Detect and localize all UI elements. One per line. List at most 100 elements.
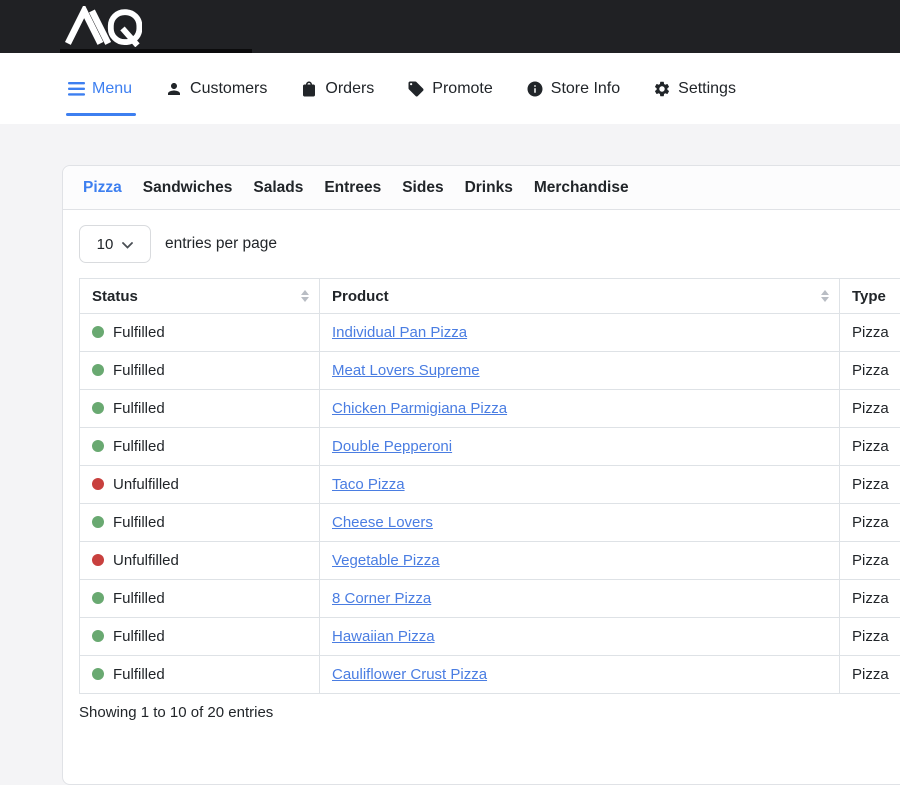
status-cell: Fulfilled — [80, 352, 320, 390]
status-dot-icon — [92, 516, 104, 528]
nav-item-promote[interactable]: Promote — [407, 53, 492, 124]
product-link[interactable]: Meat Lovers Supreme — [332, 362, 480, 379]
product-cell: Hawaiian Pizza — [320, 618, 840, 656]
nav-item-customers[interactable]: Customers — [165, 53, 267, 124]
sort-icon[interactable] — [821, 290, 829, 302]
product-cell: Cheese Lovers — [320, 504, 840, 542]
table-row: Fulfilled Hawaiian Pizza Pizza — [80, 618, 900, 656]
product-link[interactable]: Cheese Lovers — [332, 514, 433, 531]
sort-icon[interactable] — [301, 290, 309, 302]
product-link[interactable]: Vegetable Pizza — [332, 552, 440, 569]
tag-icon — [407, 80, 425, 98]
table-row: Fulfilled Cheese Lovers Pizza — [80, 504, 900, 542]
entries-summary: Showing 1 to 10 of 20 entries — [79, 704, 900, 721]
product-link[interactable]: Chicken Parmigiana Pizza — [332, 400, 507, 417]
product-cell: Taco Pizza — [320, 466, 840, 504]
tab-salads[interactable]: Salads — [253, 179, 303, 197]
status-dot-icon — [92, 592, 104, 604]
product-link[interactable]: Cauliflower Crust Pizza — [332, 666, 487, 683]
product-cell: Cauliflower Crust Pizza — [320, 656, 840, 694]
nav-label: Menu — [92, 80, 132, 98]
status-label: Fulfilled — [113, 514, 165, 531]
nav-item-menu[interactable]: Menu — [68, 53, 132, 124]
product-cell: Individual Pan Pizza — [320, 314, 840, 352]
status-dot-icon — [92, 668, 104, 680]
status-label: Fulfilled — [113, 628, 165, 645]
type-cell: Pizza — [840, 504, 900, 542]
shopping-bag-icon — [300, 80, 318, 98]
nav-item-settings[interactable]: Settings — [653, 53, 736, 124]
tab-pizza[interactable]: Pizza — [83, 179, 122, 197]
table-row: Fulfilled Double Pepperoni Pizza — [80, 428, 900, 466]
product-link[interactable]: Taco Pizza — [332, 476, 405, 493]
status-dot-icon — [92, 440, 104, 452]
nav-label: Customers — [190, 80, 267, 98]
nav-label: Promote — [432, 80, 492, 98]
tab-merchandise[interactable]: Merchandise — [534, 179, 629, 197]
product-link[interactable]: Double Pepperoni — [332, 438, 452, 455]
status-label: Fulfilled — [113, 400, 165, 417]
table-header-row: Status Product Type — [80, 279, 900, 314]
status-dot-icon — [92, 402, 104, 414]
table-row: Fulfilled Individual Pan Pizza Pizza — [80, 314, 900, 352]
status-label: Unfulfilled — [113, 476, 179, 493]
product-cell: Double Pepperoni — [320, 428, 840, 466]
table-body: Fulfilled Individual Pan Pizza Pizza Ful… — [80, 314, 900, 694]
table-row: Fulfilled 8 Corner Pizza Pizza — [80, 580, 900, 618]
nav-label: Store Info — [551, 80, 620, 98]
status-cell: Fulfilled — [80, 504, 320, 542]
status-dot-icon — [92, 364, 104, 376]
status-cell: Fulfilled — [80, 390, 320, 428]
status-dot-icon — [92, 554, 104, 566]
type-cell: Pizza — [840, 352, 900, 390]
table-row: Unfulfilled Taco Pizza Pizza — [80, 466, 900, 504]
table-row: Unfulfilled Vegetable Pizza Pizza — [80, 542, 900, 580]
table-row: Fulfilled Meat Lovers Supreme Pizza — [80, 352, 900, 390]
type-cell: Pizza — [840, 542, 900, 580]
nav-item-orders[interactable]: Orders — [300, 53, 374, 124]
column-header-product[interactable]: Product — [320, 279, 840, 314]
tab-entrees[interactable]: Entrees — [324, 179, 381, 197]
status-dot-icon — [92, 326, 104, 338]
tab-sides[interactable]: Sides — [402, 179, 443, 197]
nav-item-store-info[interactable]: Store Info — [526, 53, 620, 124]
status-cell: Fulfilled — [80, 618, 320, 656]
aiq-logo-icon — [64, 6, 142, 52]
nav-label: Orders — [325, 80, 374, 98]
page-size-value: 10 — [97, 236, 114, 253]
table-controls: 10 entries per page — [63, 210, 900, 278]
entries-per-page-label: entries per page — [165, 235, 277, 253]
product-link[interactable]: Individual Pan Pizza — [332, 324, 467, 341]
nav-label: Settings — [678, 80, 736, 98]
status-label: Fulfilled — [113, 666, 165, 683]
info-icon — [526, 80, 544, 98]
products-table: Status Product Type Fulfilled Individual… — [79, 278, 900, 694]
status-cell: Fulfilled — [80, 656, 320, 694]
status-label: Unfulfilled — [113, 552, 179, 569]
product-link[interactable]: Hawaiian Pizza — [332, 628, 435, 645]
column-header-status[interactable]: Status — [80, 279, 320, 314]
product-link[interactable]: 8 Corner Pizza — [332, 590, 431, 607]
status-dot-icon — [92, 478, 104, 490]
product-cell: 8 Corner Pizza — [320, 580, 840, 618]
hamburger-icon — [68, 82, 85, 96]
product-cell: Vegetable Pizza — [320, 542, 840, 580]
tab-sandwiches[interactable]: Sandwiches — [143, 179, 233, 197]
status-label: Fulfilled — [113, 590, 165, 607]
top-bar — [0, 0, 900, 53]
type-cell: Pizza — [840, 580, 900, 618]
product-cell: Meat Lovers Supreme — [320, 352, 840, 390]
type-cell: Pizza — [840, 428, 900, 466]
main-nav: Menu Customers Orders Promote Store Info… — [0, 53, 900, 124]
type-cell: Pizza — [840, 390, 900, 428]
category-tabs: Pizza Sandwiches Salads Entrees Sides Dr… — [63, 166, 900, 210]
page-size-select[interactable]: 10 — [79, 225, 151, 263]
status-label: Fulfilled — [113, 362, 165, 379]
status-cell: Fulfilled — [80, 314, 320, 352]
status-dot-icon — [92, 630, 104, 642]
column-header-type[interactable]: Type — [840, 279, 900, 314]
gear-icon — [653, 80, 671, 98]
menu-card: Pizza Sandwiches Salads Entrees Sides Dr… — [62, 165, 900, 785]
status-cell: Unfulfilled — [80, 466, 320, 504]
tab-drinks[interactable]: Drinks — [465, 179, 513, 197]
